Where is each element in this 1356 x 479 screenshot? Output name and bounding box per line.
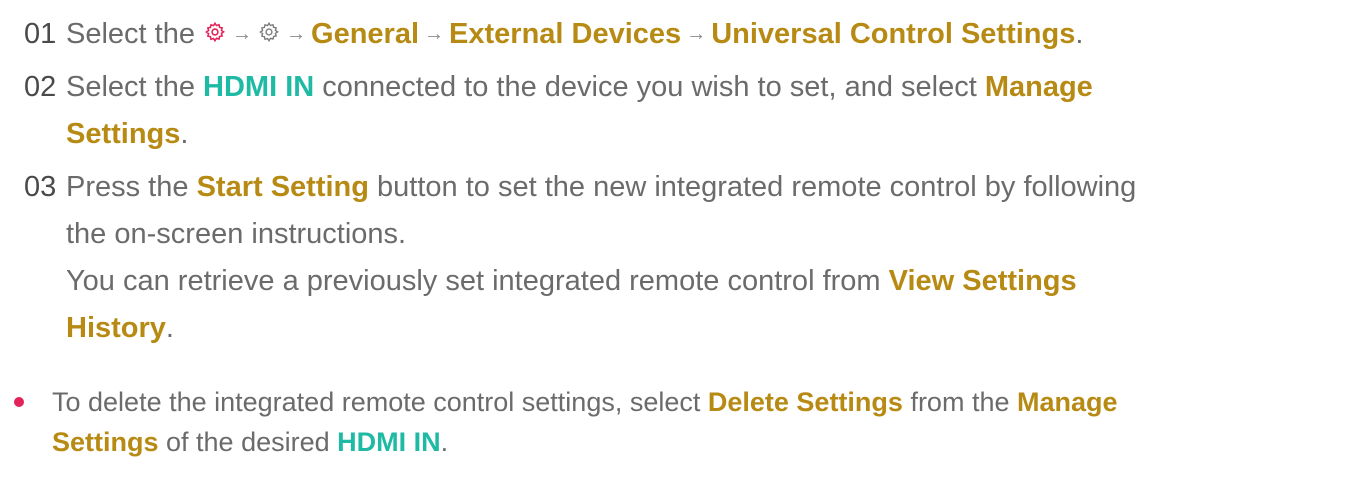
hdmi-in-label: HDMI IN: [337, 427, 441, 457]
step-number: 01: [24, 18, 57, 50]
step-text-fragment: Press the: [66, 171, 197, 203]
step-text-fragment: button to set the new integrated remote …: [368, 171, 1137, 203]
note-text-fragment: from the: [902, 387, 1017, 417]
manage-settings-label: Manage: [1016, 387, 1118, 417]
manage-settings-label: Manage: [984, 71, 1093, 103]
note-text-fragment: of the desired: [158, 427, 338, 457]
step-text-fragment: You can retrieve a previously set integr…: [66, 265, 889, 297]
step-text: Press the Start Setting button to set th…: [66, 164, 1334, 352]
step-text-fragment: Select the: [66, 18, 204, 50]
step-text-fragment: connected to the device you wish to set,…: [314, 71, 985, 103]
settings-gear-icon: [258, 21, 280, 43]
menu-universal-control-settings: Universal Control Settings: [711, 18, 1076, 50]
step-number: 02: [24, 71, 57, 103]
menu-general: General: [311, 18, 420, 50]
settings-red-gear-icon: [204, 21, 226, 43]
step-text: Select the → → General → External Devices → Un…: [66, 11, 1334, 61]
delete-settings-label: Delete Settings: [707, 387, 903, 417]
arrow-right-icon: →: [232, 23, 253, 45]
hdmi-in-label: HDMI IN: [203, 71, 315, 103]
arrow-right-icon: →: [424, 23, 445, 45]
arrow-right-icon: →: [286, 23, 307, 45]
arrow-right-icon: →: [686, 23, 707, 45]
period: .: [180, 118, 189, 150]
menu-external-devices: External Devices: [449, 18, 682, 50]
bullet-icon: [14, 397, 24, 407]
view-settings-history-label: View Settings: [888, 265, 1077, 297]
period: .: [440, 427, 449, 457]
manage-settings-label: Settings: [52, 427, 159, 457]
note-text: To delete the integrated remote control …: [52, 382, 1334, 462]
step-text: Select the HDMI IN connected to the devi…: [66, 64, 1334, 158]
start-setting-label: Start Setting: [196, 171, 369, 203]
view-settings-history-label: History: [66, 312, 166, 344]
step-text-fragment: the on-screen instructions.: [66, 218, 407, 250]
step-number: 03: [24, 171, 57, 203]
period: .: [165, 312, 174, 344]
step-text-fragment: Select the: [66, 71, 204, 103]
manage-settings-label: Settings: [66, 118, 181, 150]
note-text-fragment: To delete the integrated remote control …: [52, 387, 708, 417]
period: .: [1075, 18, 1084, 50]
